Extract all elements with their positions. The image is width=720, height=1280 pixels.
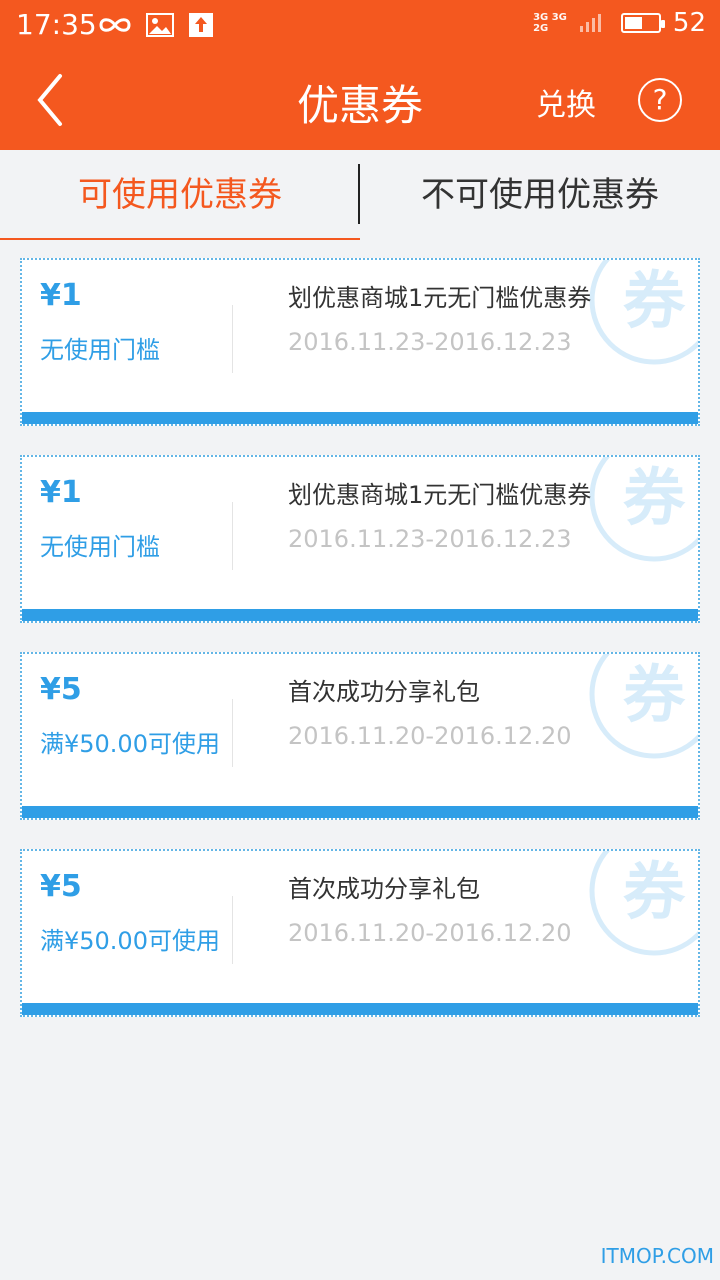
coupon-card[interactable]: 券 ¥5 满¥50.00可使用 首次成功分享礼包 2016.11.20-2016… — [20, 849, 700, 1017]
coupon-card[interactable]: 券 ¥1 无使用门槛 划优惠商城1元无门槛优惠券 2016.11.23-2016… — [20, 455, 700, 623]
battery-percent: 52 — [672, 8, 706, 38]
image-icon — [146, 13, 174, 37]
battery-icon — [620, 13, 665, 33]
signal-icon: 3G 3G 2G — [533, 12, 567, 34]
upload-icon — [189, 13, 213, 37]
coupon-bottom-bar — [22, 412, 698, 424]
svg-text:券: 券 — [623, 461, 686, 534]
coupon-badge-icon: 券 — [589, 457, 698, 562]
coupon-date: 2016.11.23-2016.12.23 — [288, 525, 572, 553]
exchange-button[interactable]: 兑换 — [536, 80, 596, 124]
status-time: 17:35 — [16, 8, 97, 41]
active-tab-indicator — [0, 238, 360, 240]
coupon-card[interactable]: 券 ¥1 无使用门槛 划优惠商城1元无门槛优惠券 2016.11.23-2016… — [20, 258, 700, 426]
tab-bar: 可使用优惠券 不可使用优惠券 — [0, 150, 720, 240]
coupon-condition: 满¥50.00可使用 — [40, 730, 220, 758]
coupon-badge-icon: 券 — [589, 654, 698, 759]
coupon-amount: ¥5 — [40, 672, 82, 707]
coupon-card[interactable]: 券 ¥5 满¥50.00可使用 首次成功分享礼包 2016.11.20-2016… — [20, 652, 700, 820]
coupon-condition: 无使用门槛 — [40, 533, 160, 561]
coupon-condition: 无使用门槛 — [40, 336, 160, 364]
app-bar: 17:35 3G 3G 2G 52 优惠券 兑换 ? — [0, 0, 720, 150]
coupon-title: 划优惠商城1元无门槛优惠券 — [288, 284, 592, 312]
coupon-separator — [232, 699, 233, 767]
svg-text:券: 券 — [623, 855, 686, 928]
page-title: 优惠券 — [296, 81, 423, 130]
coupon-separator — [232, 502, 233, 570]
svg-text:券: 券 — [623, 658, 686, 731]
coupon-title: 首次成功分享礼包 — [288, 875, 480, 903]
help-button[interactable]: ? — [638, 78, 682, 122]
status-icons — [98, 12, 214, 38]
coupon-badge-icon: 券 — [589, 260, 698, 365]
coupon-title: 首次成功分享礼包 — [288, 678, 480, 706]
site-watermark: ITMOP.COM — [600, 1244, 714, 1268]
battery-level — [624, 17, 642, 29]
coupon-date: 2016.11.20-2016.12.20 — [288, 722, 572, 750]
signal-bars-icon — [579, 14, 601, 32]
coupon-title: 划优惠商城1元无门槛优惠券 — [288, 481, 592, 509]
status-right: 3G 3G 2G 52 — [533, 8, 706, 38]
coupon-amount: ¥1 — [40, 278, 82, 313]
coupon-bottom-bar — [22, 1003, 698, 1015]
coupon-amount: ¥1 — [40, 475, 82, 510]
coupon-date: 2016.11.20-2016.12.20 — [288, 919, 572, 947]
coupon-bottom-bar — [22, 806, 698, 818]
coupon-separator — [232, 305, 233, 373]
coupon-condition: 满¥50.00可使用 — [40, 927, 220, 955]
coupon-badge-icon: 券 — [589, 851, 698, 956]
tab-unusable-coupons[interactable]: 不可使用优惠券 — [360, 150, 720, 240]
coupon-bottom-bar — [22, 609, 698, 621]
tab-usable-coupons[interactable]: 可使用优惠券 — [0, 150, 360, 240]
tab-divider — [358, 164, 360, 224]
coupon-separator — [232, 896, 233, 964]
svg-text:券: 券 — [623, 264, 686, 337]
coupon-date: 2016.11.23-2016.12.23 — [288, 328, 572, 356]
coupon-amount: ¥5 — [40, 869, 82, 904]
infinity-icon — [99, 18, 131, 32]
